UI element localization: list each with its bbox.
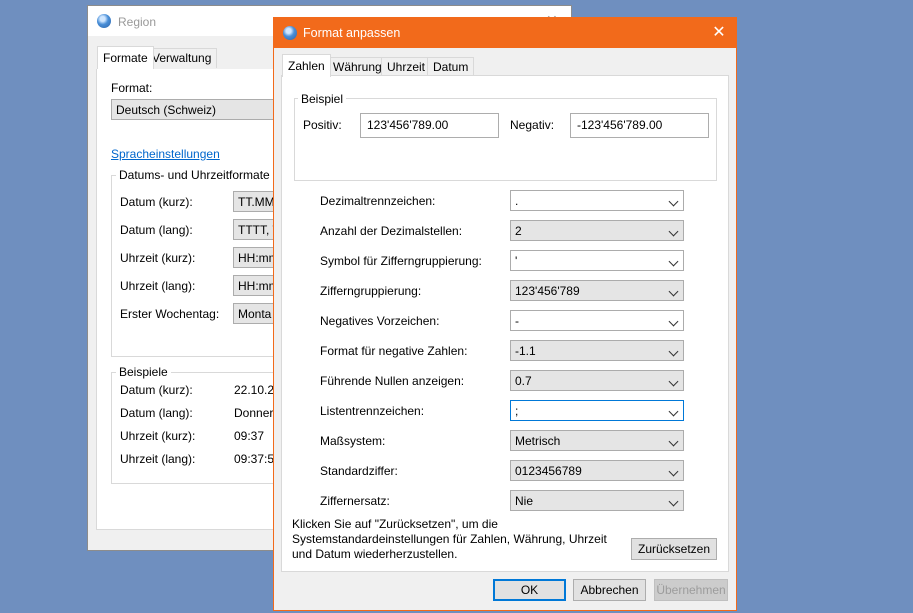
row-label: Datum (kurz):: [120, 195, 193, 209]
select-value: TT.MM: [238, 195, 275, 209]
setting-label: Ziffernersatz:: [320, 494, 390, 508]
chevron-down-icon: [668, 196, 679, 207]
cancel-button[interactable]: Abbrechen: [573, 579, 646, 601]
decimal-separator-combo[interactable]: .: [510, 190, 684, 211]
negative-label: Negativ:: [510, 118, 555, 132]
example-group-title: Beispiel: [298, 92, 347, 106]
select-value: Monta: [238, 307, 272, 321]
tab-zahlen[interactable]: Zahlen: [282, 54, 331, 77]
chevron-down-icon: [668, 286, 679, 297]
setting-label: Zifferngruppierung:: [320, 284, 422, 298]
tab-waehrung[interactable]: Währung: [327, 57, 388, 77]
combo-value: ': [515, 254, 518, 268]
format-select-value: Deutsch (Schweiz): [116, 103, 217, 117]
example-label: Datum (kurz):: [120, 383, 193, 397]
setting-label: Symbol für Zifferngruppierung:: [320, 254, 482, 268]
chevron-down-icon: [668, 466, 679, 477]
tab-datum[interactable]: Datum: [427, 57, 475, 77]
datetime-group-title: Datums- und Uhrzeitformate: [116, 168, 273, 182]
combo-value: -: [515, 314, 519, 328]
example-label: Uhrzeit (kurz):: [120, 429, 196, 443]
combo-value: -1.1: [515, 344, 536, 358]
row-label: Uhrzeit (lang):: [120, 279, 196, 293]
reset-description: Klicken Sie auf "Zurücksetzen", um die S…: [292, 517, 607, 561]
examples-group-title: Beispiele: [116, 365, 171, 379]
format-label: Format:: [111, 81, 153, 95]
setting-label: Führende Nullen anzeigen:: [320, 374, 465, 388]
leading-zero-select[interactable]: 0.7: [510, 370, 684, 391]
chevron-down-icon: [668, 316, 679, 327]
row-label: Datum (lang):: [120, 223, 193, 237]
example-value: Donner: [234, 406, 274, 420]
setting-label: Dezimaltrennzeichen:: [320, 194, 436, 208]
positive-label: Positiv:: [303, 118, 342, 132]
tab-formate[interactable]: Formate: [97, 46, 154, 69]
example-label: Uhrzeit (lang):: [120, 452, 196, 466]
window-title: Format anpassen: [303, 26, 401, 40]
chevron-down-icon: [668, 496, 679, 507]
combo-value: 0.7: [515, 374, 532, 388]
setting-label: Standardziffer:: [320, 464, 398, 478]
measurement-select[interactable]: Metrisch: [510, 430, 684, 451]
negative-format-select[interactable]: -1.1: [510, 340, 684, 361]
language-settings-link[interactable]: Spracheinstellungen: [111, 147, 220, 161]
combo-value: 0123456789: [515, 464, 582, 478]
combo-value: ;: [515, 404, 519, 418]
digit-grouping-select[interactable]: 123'456'789: [510, 280, 684, 301]
positive-example: 123'456'789.00: [360, 113, 499, 138]
setting-label: Negatives Vorzeichen:: [320, 314, 440, 328]
chevron-down-icon: [668, 376, 679, 387]
list-separator-combo[interactable]: ;: [510, 400, 684, 421]
combo-value: 2: [515, 224, 522, 238]
negative-example: -123'456'789.00: [570, 113, 709, 138]
close-icon[interactable]: ✕: [704, 23, 734, 45]
reset-button[interactable]: Zurücksetzen: [631, 538, 717, 560]
globe-icon: [97, 14, 111, 28]
setting-label: Format für negative Zahlen:: [320, 344, 468, 358]
example-value: 09:37: [234, 429, 265, 443]
decimal-digits-select[interactable]: 2: [510, 220, 684, 241]
setting-label: Maßsystem:: [320, 434, 386, 448]
digit-substitution-select[interactable]: Nie: [510, 490, 684, 511]
example-label: Datum (lang):: [120, 406, 193, 420]
chevron-down-icon: [668, 436, 679, 447]
setting-label: Listentrennzeichen:: [320, 404, 425, 418]
globe-icon: [283, 26, 297, 40]
negative-sign-combo[interactable]: -: [510, 310, 684, 331]
combo-value: .: [515, 194, 519, 208]
combo-value: Nie: [515, 494, 534, 508]
tab-verwaltung[interactable]: Verwaltung: [146, 48, 218, 68]
window-title: Region: [118, 15, 157, 29]
example-group: [294, 98, 717, 181]
format-window: Format anpassen ✕ Zahlen Währung Uhrzeit…: [273, 17, 737, 611]
standard-digits-select[interactable]: 0123456789: [510, 460, 684, 481]
combo-value: Metrisch: [515, 434, 561, 448]
format-titlebar[interactable]: Format anpassen ✕: [274, 18, 736, 48]
format-tab-panel: Beispiel Positiv: 123'456'789.00 Negativ…: [281, 75, 729, 572]
chevron-down-icon: [668, 226, 679, 237]
combo-value: 123'456'789: [515, 284, 580, 298]
grouping-symbol-combo[interactable]: ': [510, 250, 684, 271]
row-label: Uhrzeit (kurz):: [120, 251, 196, 265]
ok-button[interactable]: OK: [493, 579, 566, 601]
apply-button: Übernehmen: [654, 579, 728, 601]
tab-uhrzeit[interactable]: Uhrzeit: [381, 57, 432, 77]
chevron-down-icon: [668, 256, 679, 267]
row-label: Erster Wochentag:: [120, 307, 220, 321]
chevron-down-icon: [668, 406, 679, 417]
chevron-down-icon: [668, 346, 679, 357]
setting-label: Anzahl der Dezimalstellen:: [320, 224, 463, 238]
